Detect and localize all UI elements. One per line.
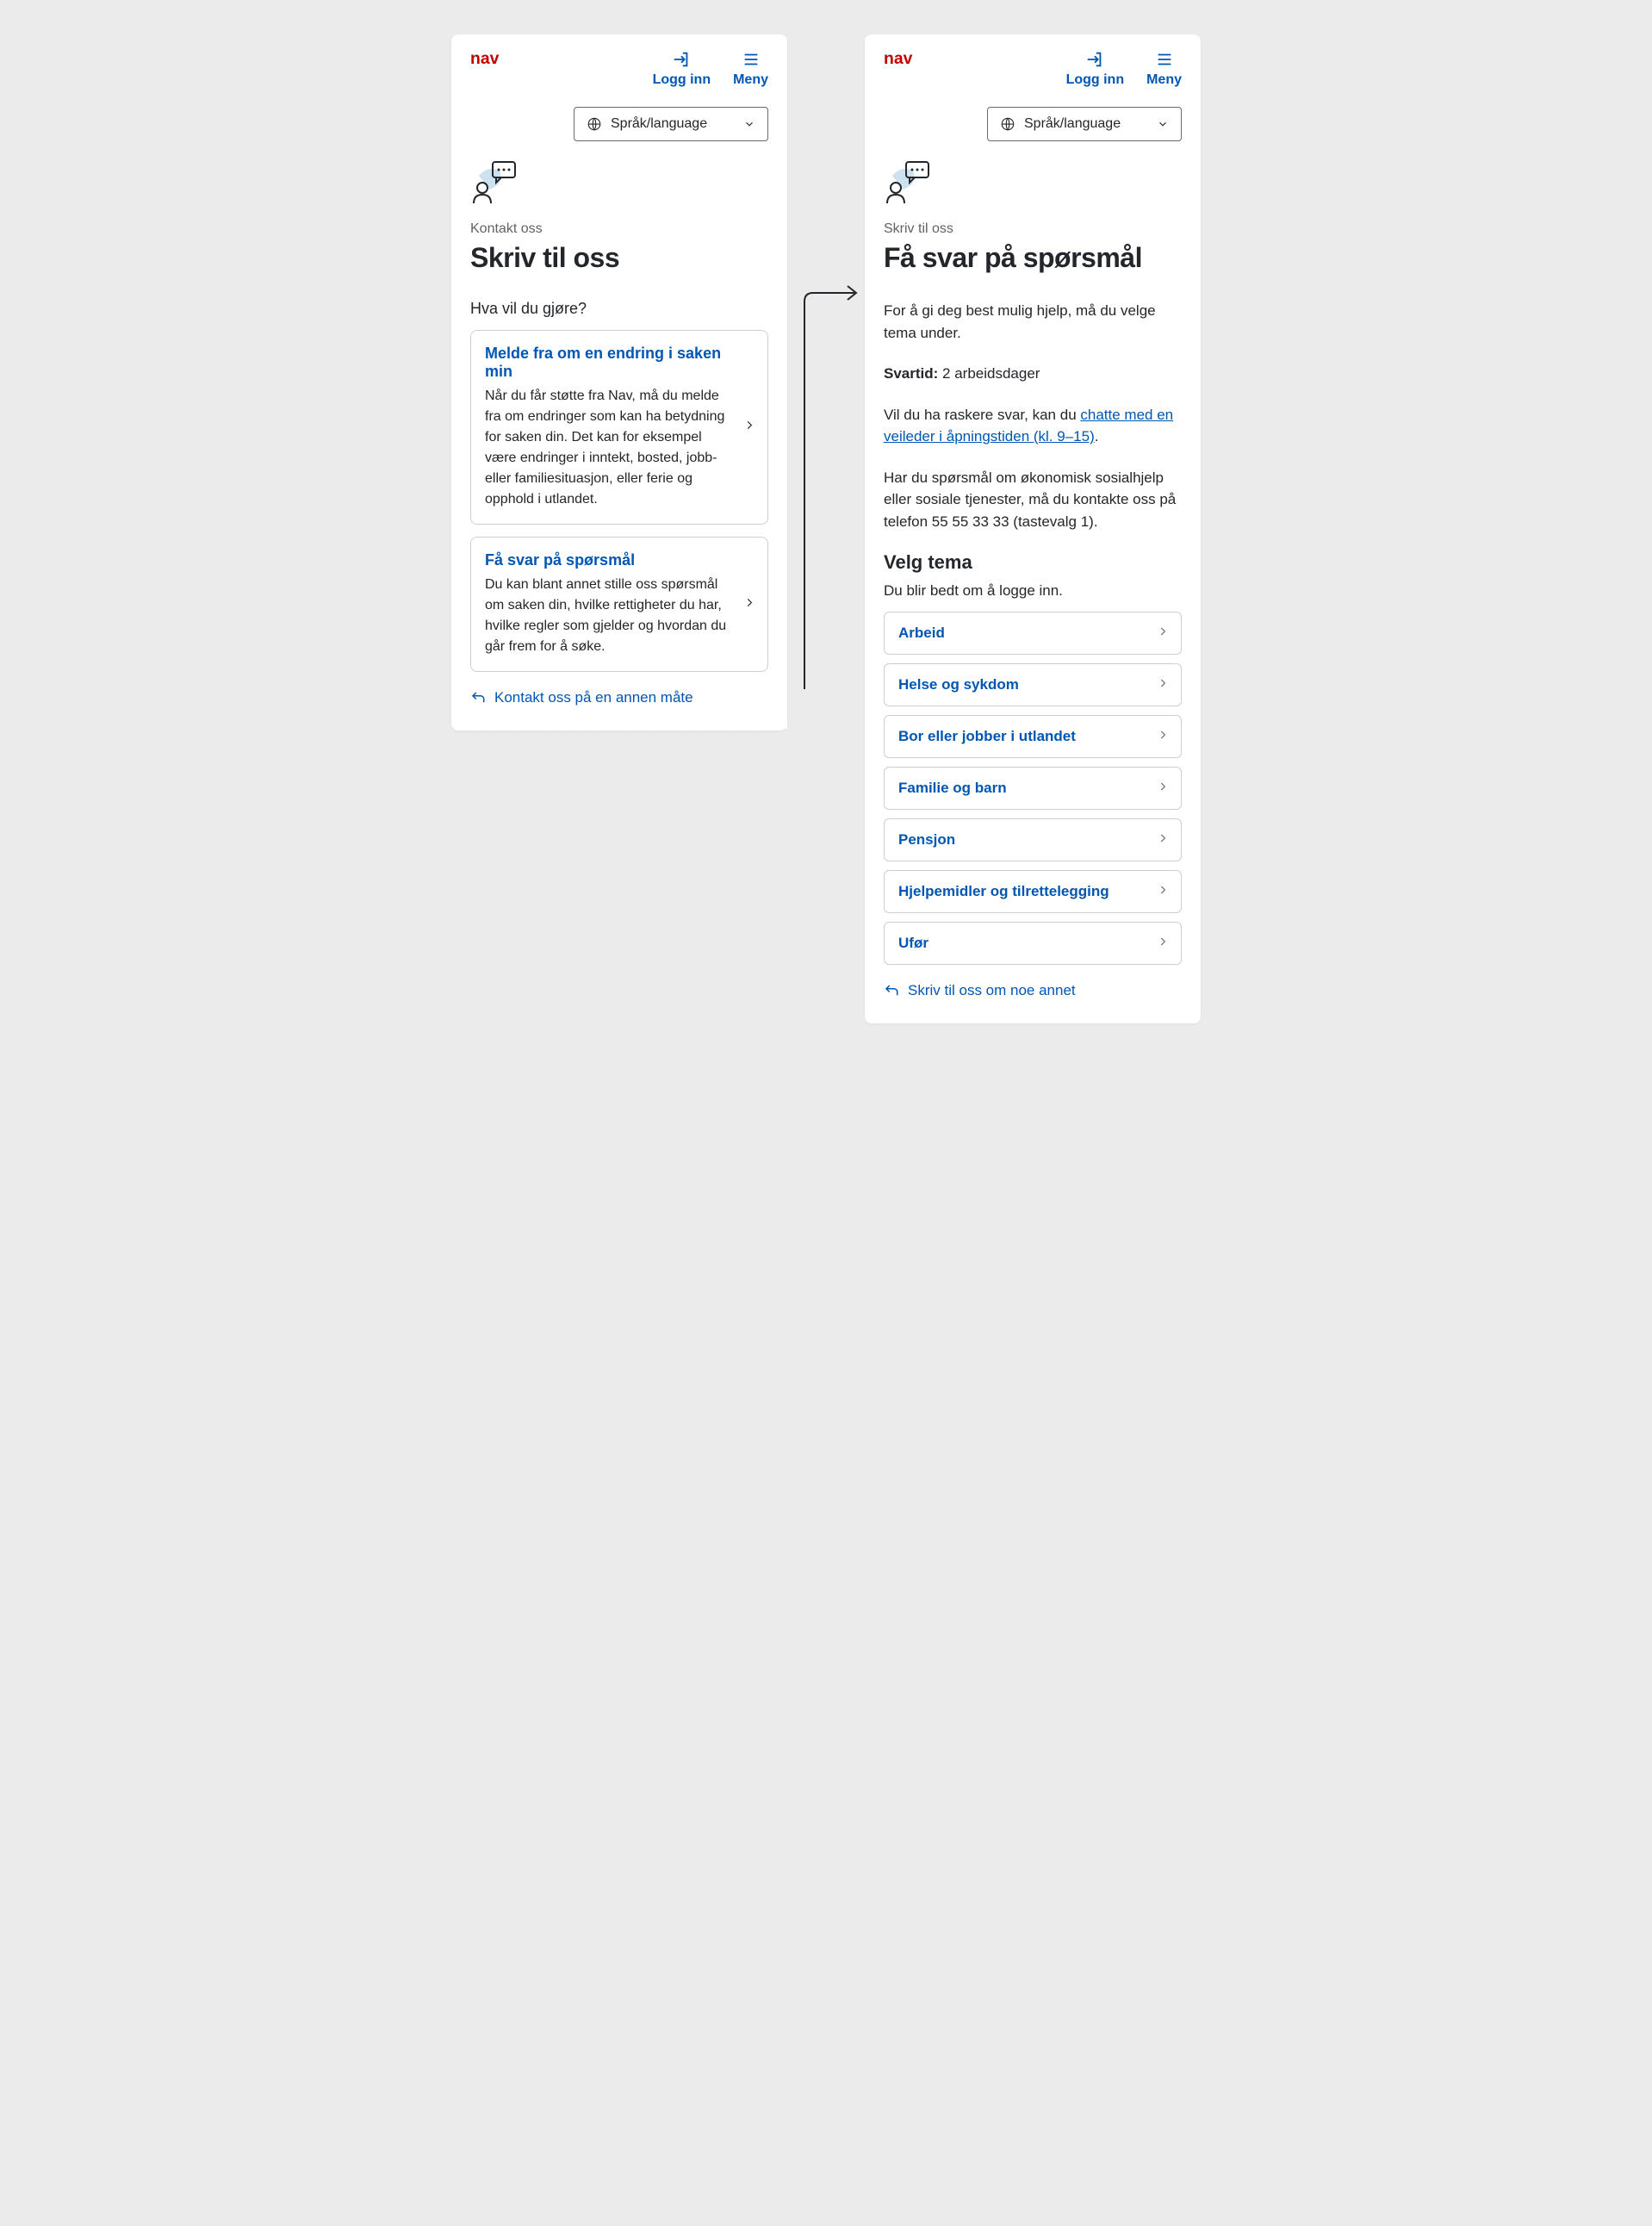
- content: Skriv til oss Få svar på spørsmål For å …: [865, 159, 1201, 999]
- topic-hjelpemidler[interactable]: Hjelpemidler og tilrettelegging: [884, 870, 1182, 913]
- topic-label: Familie og barn: [898, 780, 1007, 796]
- menu-button[interactable]: Meny: [1146, 50, 1182, 88]
- back-arrow-icon: [470, 690, 486, 706]
- page-title: Skriv til oss: [470, 242, 768, 274]
- screen-skriv-til-oss: nav Logg inn Meny Språk/language: [451, 34, 787, 731]
- back-link[interactable]: Skriv til oss om noe annet: [884, 982, 1182, 999]
- topic-label: Arbeid: [898, 625, 945, 641]
- card-title: Få svar på spørsmål: [485, 551, 730, 569]
- language-label: Språk/language: [1024, 116, 1121, 132]
- topic-pensjon[interactable]: Pensjon: [884, 818, 1182, 861]
- header: nav Logg inn Meny: [865, 34, 1201, 96]
- menu-label: Meny: [1146, 72, 1182, 88]
- screen-fa-svar: nav Logg inn Meny Språk/language: [865, 34, 1201, 1023]
- chevron-right-icon: [1157, 780, 1169, 797]
- chevron-right-icon: [743, 420, 755, 436]
- back-link-label: Skriv til oss om noe annet: [908, 982, 1076, 999]
- topic-ufor[interactable]: Ufør: [884, 922, 1182, 965]
- subtitle: Hva vil du gjøre?: [470, 300, 768, 318]
- chevron-right-icon: [1157, 676, 1169, 693]
- chevron-right-icon: [1157, 831, 1169, 849]
- login-icon: [672, 50, 691, 69]
- back-link-label: Kontakt oss på en annen måte: [494, 689, 693, 706]
- login-button[interactable]: Logg inn: [653, 50, 711, 88]
- language-selector[interactable]: Språk/language: [574, 107, 768, 141]
- topic-label: Hjelpemidler og tilrettelegging: [898, 883, 1109, 899]
- login-label: Logg inn: [653, 72, 711, 88]
- topic-familie[interactable]: Familie og barn: [884, 767, 1182, 810]
- header-actions: Logg inn Meny: [653, 50, 768, 88]
- content: Kontakt oss Skriv til oss Hva vil du gjø…: [451, 159, 787, 706]
- menu-button[interactable]: Meny: [733, 50, 768, 88]
- nav-logo[interactable]: nav: [884, 50, 935, 74]
- chevron-right-icon: [1157, 935, 1169, 952]
- intro-text: For å gi deg best mulig hjelp, må du vel…: [884, 300, 1182, 344]
- login-hint: Du blir bedt om å logge inn.: [884, 582, 1182, 600]
- back-arrow-icon: [884, 983, 899, 998]
- login-icon: [1085, 50, 1104, 69]
- header: nav Logg inn Meny: [451, 34, 787, 96]
- breadcrumb: Kontakt oss: [470, 221, 768, 237]
- topic-arbeid[interactable]: Arbeid: [884, 612, 1182, 655]
- language-label: Språk/language: [611, 116, 707, 132]
- chevron-right-icon: [1157, 883, 1169, 900]
- menu-label: Meny: [733, 72, 768, 88]
- page-title: Få svar på spørsmål: [884, 242, 1182, 274]
- header-actions: Logg inn Meny: [1066, 50, 1182, 88]
- svg-text:nav: nav: [884, 50, 913, 66]
- chevron-right-icon: [1157, 625, 1169, 642]
- hamburger-icon: [742, 50, 761, 69]
- topic-label: Helse og sykdom: [898, 676, 1019, 693]
- contact-chat-icon: [470, 159, 768, 209]
- globe-icon: [587, 116, 602, 132]
- language-row: Språk/language: [451, 96, 787, 159]
- card-desc: Du kan blant annet stille oss spørsmål o…: [485, 575, 730, 657]
- chat-hint: Vil du ha raskere svar, kan du chatte me…: [884, 404, 1182, 448]
- globe-icon: [1000, 116, 1015, 132]
- chevron-down-icon: [1157, 118, 1169, 130]
- card-desc: Når du får støtte fra Nav, må du melde f…: [485, 386, 730, 510]
- svg-text:nav: nav: [470, 50, 500, 66]
- topic-utlandet[interactable]: Bor eller jobber i utlandet: [884, 715, 1182, 758]
- card-melde-endring[interactable]: Melde fra om en endring i saken min Når …: [470, 330, 768, 525]
- section-title: Velg tema: [884, 551, 1182, 574]
- contact-chat-icon: [884, 159, 1182, 209]
- card-title: Melde fra om en endring i saken min: [485, 345, 730, 381]
- topic-label: Pensjon: [898, 831, 955, 848]
- svartid-label: Svartid:: [884, 365, 938, 382]
- language-selector[interactable]: Språk/language: [987, 107, 1182, 141]
- topic-label: Bor eller jobber i utlandet: [898, 728, 1076, 744]
- breadcrumb: Skriv til oss: [884, 221, 1182, 237]
- login-button[interactable]: Logg inn: [1066, 50, 1125, 88]
- chevron-right-icon: [743, 596, 755, 612]
- nav-logo[interactable]: nav: [470, 50, 522, 74]
- flow-arrow-icon: [787, 276, 865, 706]
- chevron-right-icon: [1157, 728, 1169, 745]
- phone-info: Har du spørsmål om økonomisk sosialhjelp…: [884, 467, 1182, 533]
- svartid-value: 2 arbeidsdager: [938, 365, 1040, 382]
- card-fa-svar[interactable]: Få svar på spørsmål Du kan blant annet s…: [470, 537, 768, 672]
- language-row: Språk/language: [865, 96, 1201, 159]
- chevron-down-icon: [743, 118, 755, 130]
- chat-hint-post: .: [1095, 428, 1099, 445]
- response-time: Svartid: 2 arbeidsdager: [884, 363, 1182, 385]
- topic-helse[interactable]: Helse og sykdom: [884, 663, 1182, 706]
- hamburger-icon: [1155, 50, 1174, 69]
- login-label: Logg inn: [1066, 72, 1125, 88]
- chat-hint-pre: Vil du ha raskere svar, kan du: [884, 407, 1080, 423]
- back-link[interactable]: Kontakt oss på en annen måte: [470, 689, 768, 706]
- topic-label: Ufør: [898, 935, 928, 951]
